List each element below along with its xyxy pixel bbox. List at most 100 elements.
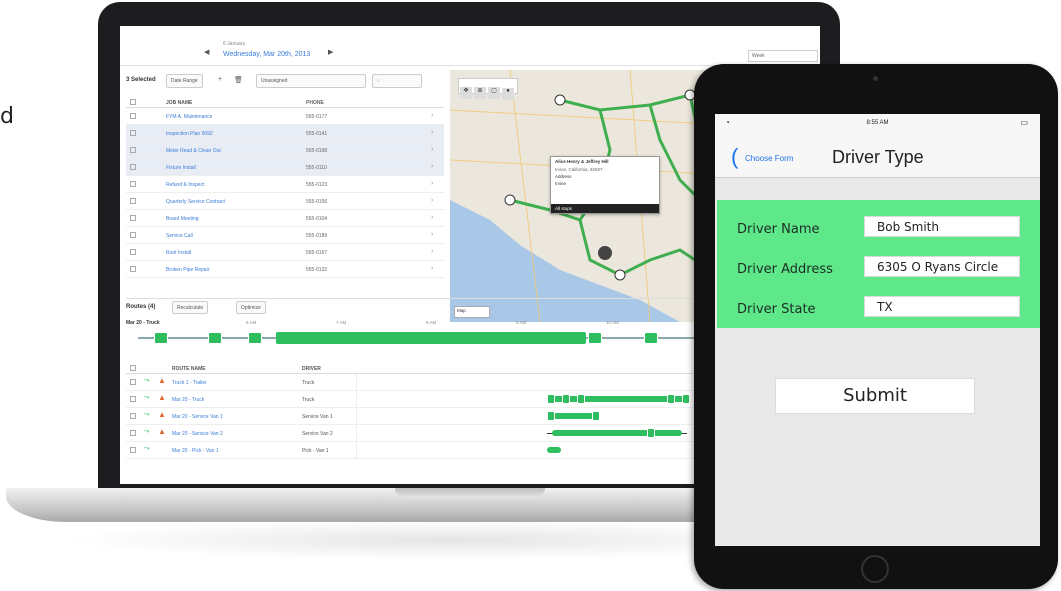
row-checkbox[interactable] xyxy=(130,198,136,204)
row-checkbox[interactable] xyxy=(130,430,136,436)
select-all-checkbox[interactable] xyxy=(130,99,136,105)
popup-line: Address xyxy=(555,174,572,179)
chevron-right-icon[interactable]: › xyxy=(431,248,433,255)
chevron-right-icon[interactable]: › xyxy=(431,163,433,170)
add-icon[interactable]: + xyxy=(218,76,222,83)
timeline-stop[interactable] xyxy=(248,332,262,344)
optimize-button[interactable]: Optimize xyxy=(236,301,266,314)
jobs-toolbar: 3 Selected Date Range + 🗑 Unassigned ⌕ xyxy=(126,74,446,90)
route-name-link[interactable]: Mar 20 - Truck xyxy=(172,397,204,403)
job-name-link[interactable]: Board Meeting xyxy=(166,216,199,222)
row-checkbox[interactable] xyxy=(130,396,136,402)
next-day-icon[interactable]: ▶ xyxy=(328,48,333,56)
driver-address-field[interactable]: 6305 O Ryans Circle xyxy=(864,256,1020,277)
chevron-right-icon[interactable]: › xyxy=(431,146,433,153)
row-checkbox[interactable] xyxy=(130,413,136,419)
chevron-right-icon[interactable]: › xyxy=(431,214,433,221)
row-checkbox[interactable] xyxy=(130,181,136,187)
home-button[interactable] xyxy=(861,555,889,583)
table-row[interactable]: Refund & Inspect 555-0123 › xyxy=(126,176,444,193)
col-route-name[interactable]: ROUTE NAME xyxy=(172,366,206,372)
recalculate-button[interactable]: Recalculate xyxy=(172,301,209,314)
col-phone[interactable]: PHONE xyxy=(306,100,324,106)
current-date[interactable]: Wednesday, Mar 20th, 2013 xyxy=(223,51,310,58)
table-row[interactable]: Inspection Plan 0092 555-0141 › xyxy=(126,125,444,142)
job-name-link[interactable]: Broken Pipe Repair xyxy=(166,267,209,273)
driver-state-label: Driver State xyxy=(737,302,816,317)
timeline-stop[interactable] xyxy=(208,332,222,344)
job-phone: 555-0156 xyxy=(306,199,328,205)
select-all-routes-checkbox[interactable] xyxy=(130,365,136,371)
job-name-link[interactable]: Refund & Inspect xyxy=(166,182,204,188)
job-name-link[interactable]: Inspection Plan 0092 xyxy=(166,131,213,137)
job-name-link[interactable]: Meter Read & Clean Out xyxy=(166,148,221,154)
col-job-name[interactable]: JOB NAME xyxy=(166,100,192,106)
job-phone: 555-0104 xyxy=(306,216,328,222)
search-input[interactable]: ⌕ xyxy=(372,74,422,88)
job-phone: 555-0110 xyxy=(306,165,327,171)
driver-address-label: Driver Address xyxy=(737,262,833,277)
popup-action-button[interactable]: All stops xyxy=(551,204,659,213)
job-name-link[interactable]: FYM A. Maintenance xyxy=(166,114,212,120)
table-row[interactable]: Fixture Install 555-0110 › xyxy=(126,159,444,176)
row-checkbox[interactable] xyxy=(130,249,136,255)
timeline-stop[interactable] xyxy=(644,332,658,344)
table-row[interactable]: Quarterly Service Contract 555-0156 › xyxy=(126,193,444,210)
popup-title: Alice Henry & Jeffrey Hill xyxy=(555,159,609,164)
chevron-right-icon[interactable]: › xyxy=(431,129,433,136)
route-name-link[interactable]: Truck 1 - Trailer xyxy=(172,380,207,386)
route-name-link[interactable]: Mar 20 - Service Van 2 xyxy=(172,431,223,437)
chevron-right-icon[interactable]: › xyxy=(431,197,433,204)
table-row[interactable]: FYM A. Maintenance 555-0177 › xyxy=(126,108,444,125)
chevron-right-icon[interactable]: › xyxy=(431,231,433,238)
row-checkbox[interactable] xyxy=(130,147,136,153)
table-row[interactable]: Broken Pipe Repair 555-0132 › xyxy=(126,261,444,278)
row-checkbox[interactable] xyxy=(130,215,136,221)
timeline-route-name: Mar 20 - Truck xyxy=(126,320,160,326)
timeline-segment[interactable] xyxy=(276,332,586,344)
submit-button[interactable]: Submit xyxy=(775,378,975,414)
timeline-stop[interactable] xyxy=(588,332,602,344)
row-checkbox[interactable] xyxy=(130,164,136,170)
view-select[interactable]: Week xyxy=(748,50,818,62)
table-row[interactable]: Meter Read & Clean Out 555-0198 › xyxy=(126,142,444,159)
job-name-link[interactable]: Quarterly Service Contract xyxy=(166,199,225,205)
date-range-button[interactable]: Date Range xyxy=(166,74,203,88)
table-row[interactable]: Roof Install 555-0167 › xyxy=(126,244,444,261)
job-name-link[interactable]: Service Call xyxy=(166,233,193,239)
table-row[interactable]: Board Meeting 555-0104 › xyxy=(126,210,444,227)
back-chevron-icon[interactable]: ( xyxy=(731,144,738,170)
driver-name-field[interactable]: Bob Smith xyxy=(864,216,1020,237)
route-name-link[interactable]: Mar 20 - Pick - Van 1 xyxy=(172,448,219,454)
job-name-link[interactable]: Fixture Install xyxy=(166,165,196,171)
jobs-table: JOB NAME PHONE FYM A. Maintenance 555-017… xyxy=(126,94,444,278)
chevron-right-icon[interactable]: › xyxy=(431,180,433,187)
row-checkbox[interactable] xyxy=(130,447,136,453)
select-icon[interactable]: ▢ xyxy=(488,87,500,99)
pin-icon[interactable]: ● xyxy=(502,88,514,100)
job-phone: 555-0123 xyxy=(306,182,328,188)
jobs-table-header: JOB NAME PHONE xyxy=(126,94,444,108)
row-checkbox[interactable] xyxy=(130,232,136,238)
col-driver[interactable]: DRIVER xyxy=(302,366,321,372)
row-checkbox[interactable] xyxy=(130,266,136,272)
timeline-stop[interactable] xyxy=(154,332,168,344)
trash-icon[interactable]: 🗑 xyxy=(234,76,243,84)
table-row[interactable]: Service Call 555-0189 › xyxy=(126,227,444,244)
chevron-right-icon[interactable]: › xyxy=(431,112,433,119)
job-phone: 555-0132 xyxy=(306,267,328,273)
back-button[interactable]: Choose Form xyxy=(745,154,793,163)
row-checkbox[interactable] xyxy=(130,113,136,119)
filter-select[interactable]: Unassigned xyxy=(256,74,366,88)
zoom-icon[interactable]: ⊕ xyxy=(474,87,486,99)
row-checkbox[interactable] xyxy=(130,379,136,385)
chevron-right-icon[interactable]: › xyxy=(431,265,433,272)
warning-icon: ▲ xyxy=(158,427,166,436)
row-checkbox[interactable] xyxy=(130,130,136,136)
route-name-link[interactable]: Mar 20 - Service Van 1 xyxy=(172,414,223,420)
timeline-tick-label: 6 AM xyxy=(246,320,257,325)
prev-day-icon[interactable]: ◀ xyxy=(204,48,209,56)
pan-icon[interactable]: ✥ xyxy=(460,87,472,99)
job-name-link[interactable]: Roof Install xyxy=(166,250,191,256)
driver-state-field[interactable]: TX xyxy=(864,296,1020,317)
